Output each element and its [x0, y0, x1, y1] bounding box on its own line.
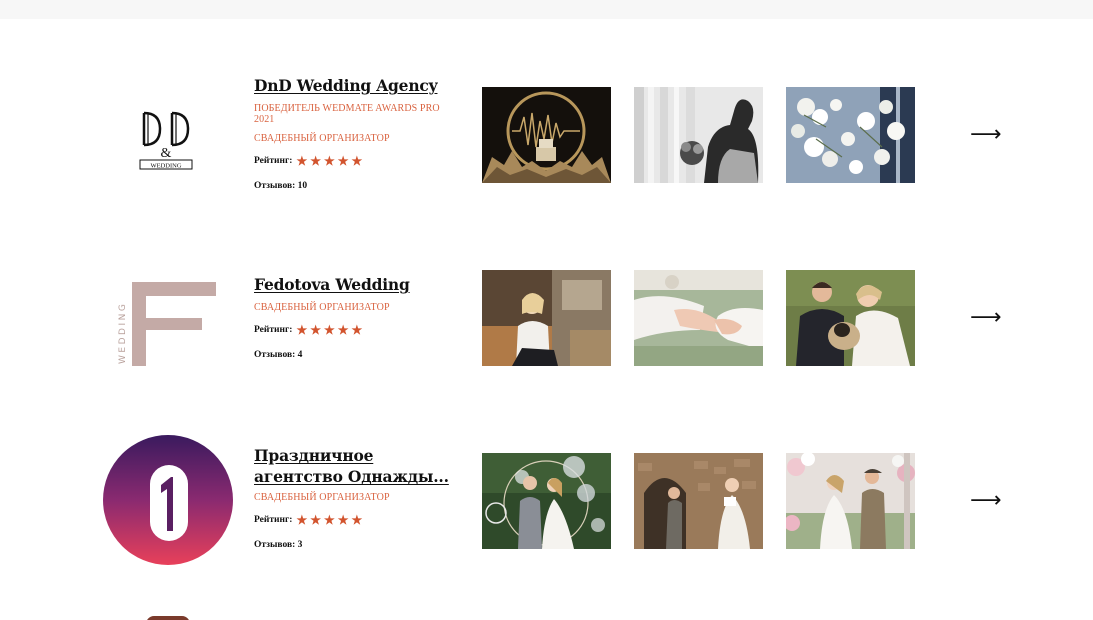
- reviews-count: Отзывов: 10: [254, 181, 308, 191]
- rating: Рейтинг: ★ ★ ★ ★ ★: [254, 324, 454, 336]
- photo-couple-dog: [786, 270, 915, 366]
- fedotova-logo-icon: WEDDING: [118, 282, 216, 366]
- agency-info: Праздничное агентство Однажды... СВАДЕБН…: [254, 445, 454, 550]
- photo-hands: [634, 270, 763, 366]
- rating-stars: ★ ★ ★ ★ ★: [296, 514, 362, 526]
- agency-logo-dnd[interactable]: & WEDDING: [103, 75, 233, 205]
- gallery-photo[interactable]: [634, 87, 763, 183]
- category-tag: СВАДЕБНЫЙ ОРГАНИЗАТОР: [254, 302, 390, 313]
- gallery-photo[interactable]: [786, 87, 915, 183]
- star-icon: ★: [337, 513, 349, 527]
- photo-bride-window: [634, 87, 763, 183]
- agency-logo-partial: [146, 616, 190, 620]
- photo-woman-cafe: [482, 270, 611, 366]
- top-bar: [0, 0, 1093, 19]
- reviews-count: Отзывов: 3: [254, 540, 303, 550]
- rating-stars: ★ ★ ★ ★ ★: [296, 155, 362, 167]
- photo-flowers: [786, 87, 915, 183]
- star-icon: ★: [296, 513, 308, 527]
- svg-text:WEDDING: WEDDING: [150, 163, 181, 170]
- rating: Рейтинг: ★ ★ ★ ★ ★: [254, 155, 454, 167]
- star-icon: ★: [324, 513, 335, 527]
- agency-card-odnazhdy[interactable]: Праздничное агентство Однажды... СВАДЕБН…: [0, 435, 1093, 585]
- agency-title-link[interactable]: Праздничное агентство Однажды...: [254, 445, 454, 487]
- category-tag: СВАДЕБНЫЙ ОРГАНИЗАТОР: [254, 133, 390, 144]
- gallery-photo[interactable]: [634, 270, 763, 366]
- photo-stone-arch: [634, 453, 763, 549]
- award-tag: ПОБЕДИТЕЛЬ WEDMATE AWARDS PRO 2021: [254, 103, 440, 125]
- dnd-logo-icon: & WEDDING: [139, 111, 193, 170]
- photo-couple-bubbles: [482, 453, 611, 549]
- gallery-photo[interactable]: [482, 87, 611, 183]
- next-arrow-icon[interactable]: ⟶: [970, 124, 1002, 146]
- next-arrow-icon[interactable]: ⟶: [970, 307, 1002, 329]
- gallery-photo[interactable]: [634, 453, 763, 549]
- star-icon: ★: [351, 513, 363, 527]
- rating-label: Рейтинг:: [254, 325, 293, 335]
- next-arrow-icon[interactable]: ⟶: [970, 490, 1002, 512]
- star-icon: ★: [337, 154, 349, 168]
- rating-label: Рейтинг:: [254, 156, 293, 166]
- agency-info: DnD Wedding Agency ПОБЕДИТЕЛЬ WEDMATE AW…: [254, 75, 454, 191]
- gallery-photo[interactable]: [786, 453, 915, 549]
- rating-stars: ★ ★ ★ ★ ★: [296, 324, 362, 336]
- gallery-photo[interactable]: [482, 453, 611, 549]
- photo-couple-flowers: [786, 453, 915, 549]
- category-tag: СВАДЕБНЫЙ ОРГАНИЗАТОР: [254, 492, 390, 503]
- logo-wordmark: WEDDING: [118, 302, 128, 364]
- rating-label: Рейтинг:: [254, 515, 293, 525]
- star-icon: ★: [310, 323, 321, 337]
- star-icon: ★: [351, 154, 363, 168]
- agency-card-dnd[interactable]: & WEDDING DnD Wedding Agency ПОБЕДИТЕЛЬ …: [0, 75, 1093, 225]
- photo-cake-arch: [482, 87, 611, 183]
- svg-text:&: &: [161, 146, 172, 161]
- gallery-photo[interactable]: [786, 270, 915, 366]
- star-icon: ★: [296, 323, 308, 337]
- rating: Рейтинг: ★ ★ ★ ★ ★: [254, 514, 454, 526]
- star-icon: ★: [324, 154, 335, 168]
- agency-title-link[interactable]: Fedotova Wedding: [254, 274, 454, 295]
- agency-title-link[interactable]: DnD Wedding Agency: [254, 75, 454, 96]
- star-icon: ★: [351, 323, 363, 337]
- agency-logo-odnazhdy[interactable]: [103, 435, 233, 565]
- star-icon: ★: [337, 323, 349, 337]
- star-icon: ★: [310, 154, 321, 168]
- star-icon: ★: [310, 513, 321, 527]
- agency-logo-fedotova[interactable]: WEDDING: [103, 258, 233, 388]
- gallery-photo[interactable]: [482, 270, 611, 366]
- star-icon: ★: [296, 154, 308, 168]
- odnazhdy-logo-icon: [103, 435, 233, 565]
- star-icon: ★: [324, 323, 335, 337]
- agency-info: Fedotova Wedding СВАДЕБНЫЙ ОРГАНИЗАТОР Р…: [254, 274, 454, 360]
- reviews-count: Отзывов: 4: [254, 350, 303, 360]
- agency-card-fedotova[interactable]: WEDDING Fedotova Wedding СВАДЕБНЫЙ ОРГАН…: [0, 258, 1093, 408]
